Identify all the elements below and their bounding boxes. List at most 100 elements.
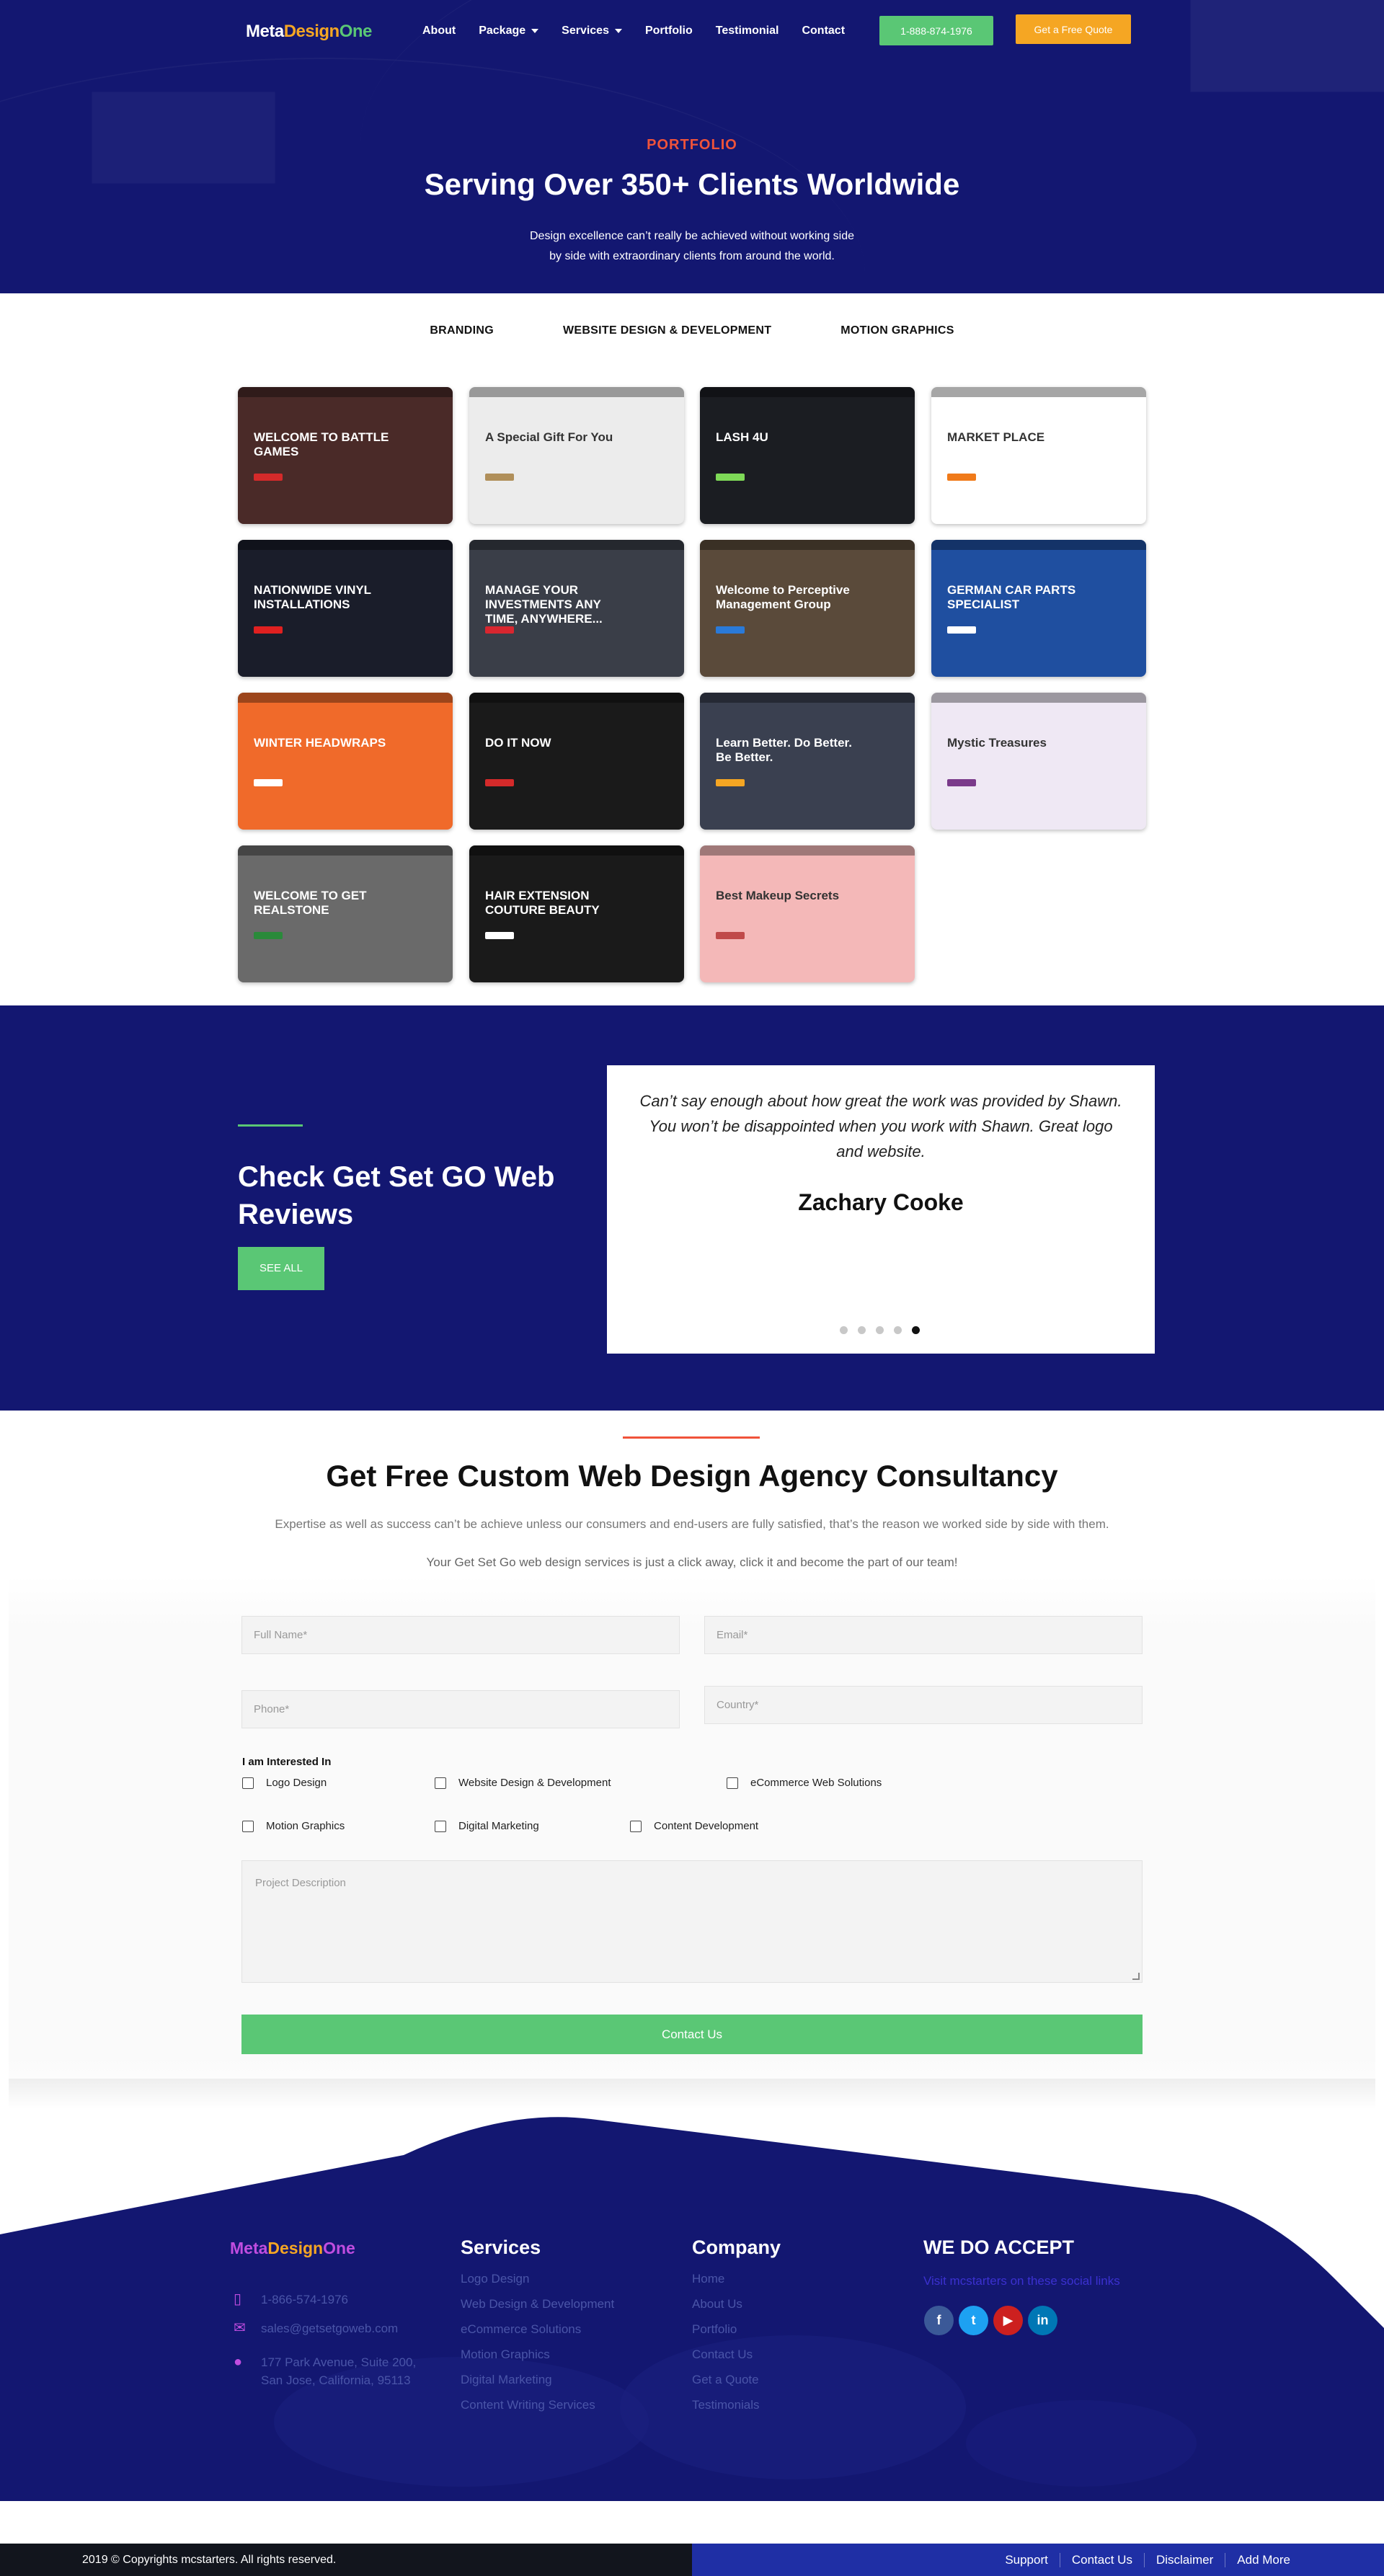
nav-package[interactable]: Package: [479, 25, 539, 37]
caret-down-icon: [614, 29, 622, 33]
bottom-link-disclaimer[interactable]: Disclaimer: [1143, 2552, 1225, 2567]
footer-social-note: Visit mcstarters on these social links: [923, 2274, 1120, 2288]
footer-phone[interactable]: ▯ 1-866-574-1976: [234, 2291, 348, 2309]
footer-link[interactable]: Testimonials: [692, 2398, 760, 2423]
nav-label: Contact: [802, 25, 846, 37]
footer-link[interactable]: Contact Us: [692, 2348, 760, 2373]
site-cta-mark: [254, 779, 283, 786]
carousel-dot[interactable]: [858, 1326, 866, 1334]
bottom-link-support[interactable]: Support: [993, 2553, 1060, 2567]
site-cta-mark: [716, 474, 745, 481]
tab-website-design[interactable]: WEBSITE DESIGN & DEVELOPMENT: [563, 324, 771, 337]
footer-link[interactable]: Logo Design: [461, 2272, 614, 2297]
free-quote-button[interactable]: Get a Free Quote: [1016, 14, 1131, 44]
site-cta-mark: [254, 474, 283, 481]
email-field[interactable]: Email*: [704, 1616, 1143, 1654]
checkbox-content-development[interactable]: Content Development: [630, 1820, 758, 1832]
checkbox-logo-design[interactable]: Logo Design: [242, 1777, 327, 1789]
footer-logo[interactable]: MetaDesignOne: [230, 2239, 355, 2258]
portfolio-item[interactable]: WINTER HEADWRAPS: [238, 693, 453, 830]
twitter-icon[interactable]: t: [959, 2306, 988, 2335]
checkbox-box[interactable]: [242, 1777, 254, 1789]
site-logo[interactable]: MetaDesignOne: [246, 22, 372, 42]
hero-subtitle-line: by side with extraordinary clients from …: [549, 250, 835, 262]
portfolio-caption: Welcome to Perceptive Management Group: [716, 583, 850, 611]
logo-part: One: [323, 2239, 355, 2257]
footer-link[interactable]: Home: [692, 2272, 760, 2297]
site-cta-mark: [716, 932, 745, 939]
portfolio-item[interactable]: Welcome to Perceptive Management Group: [700, 540, 915, 677]
site-cta-mark: [254, 932, 283, 939]
bottom-link-add-more[interactable]: Add More: [1225, 2552, 1302, 2567]
phone-button[interactable]: 1-888-874-1976: [879, 16, 993, 45]
site-cta-mark: [716, 626, 745, 634]
country-field[interactable]: Country*: [704, 1686, 1143, 1724]
youtube-icon[interactable]: ▶: [993, 2306, 1023, 2335]
checkbox-website-design[interactable]: Website Design & Development: [435, 1777, 611, 1789]
footer-link[interactable]: Web Design & Development: [461, 2297, 614, 2322]
portfolio-item[interactable]: NATIONWIDE VINYL INSTALLATIONS: [238, 540, 453, 677]
checkbox-motion-graphics[interactable]: Motion Graphics: [242, 1820, 345, 1832]
checkbox-label: Website Design & Development: [458, 1777, 611, 1789]
contact-us-button[interactable]: Contact Us: [241, 2015, 1143, 2054]
site-header-strip: [931, 540, 1146, 550]
footer-link[interactable]: Content Writing Services: [461, 2398, 614, 2423]
portfolio-item[interactable]: Mystic Treasures: [931, 693, 1146, 830]
portfolio-item[interactable]: Best Makeup Secrets: [700, 845, 915, 982]
footer-email[interactable]: ✉ sales@getsetgoweb.com: [234, 2319, 398, 2337]
consultancy-subtitle: Your Get Set Go web design services is j…: [426, 1555, 958, 1569]
checkbox-box[interactable]: [242, 1820, 254, 1832]
carousel-dot[interactable]: [894, 1326, 902, 1334]
nav-testimonial[interactable]: Testimonial: [716, 25, 779, 37]
nav-about[interactable]: About: [422, 25, 456, 37]
checkbox-box[interactable]: [727, 1777, 738, 1789]
portfolio-caption: WINTER HEADWRAPS: [254, 736, 386, 750]
see-all-button[interactable]: SEE ALL: [238, 1247, 324, 1290]
nav-label: Package: [479, 25, 526, 37]
portfolio-item[interactable]: WELCOME TO BATTLE GAMES: [238, 387, 453, 524]
email-text: sales@getsetgoweb.com: [261, 2322, 399, 2335]
hero-subtitle: Design excellence can’t really be achiev…: [476, 226, 908, 267]
portfolio-caption: NATIONWIDE VINYL INSTALLATIONS: [254, 583, 371, 611]
portfolio-item[interactable]: A Special Gift For You: [469, 387, 684, 524]
carousel-dot[interactable]: [912, 1326, 920, 1334]
testimonial-author: Zachary Cooke: [798, 1189, 964, 1215]
checkbox-box[interactable]: [435, 1820, 446, 1832]
reviews-title: Check Get Set GO Web Reviews: [238, 1161, 555, 1230]
checkbox-box[interactable]: [435, 1777, 446, 1789]
full-name-field[interactable]: Full Name*: [241, 1616, 680, 1654]
facebook-icon[interactable]: f: [924, 2306, 954, 2335]
project-description-field[interactable]: Project Description: [241, 1860, 1143, 1983]
portfolio-item[interactable]: HAIR EXTENSION COUTURE BEAUTY: [469, 845, 684, 982]
tab-branding[interactable]: BRANDING: [430, 324, 494, 337]
portfolio-item[interactable]: LASH 4U: [700, 387, 915, 524]
footer-link[interactable]: About Us: [692, 2297, 760, 2322]
footer-link[interactable]: Get a Quote: [692, 2373, 760, 2398]
carousel-dot[interactable]: [840, 1326, 848, 1334]
portfolio-item[interactable]: GERMAN CAR PARTS SPECIALIST: [931, 540, 1146, 677]
portfolio-item[interactable]: MARKET PLACE: [931, 387, 1146, 524]
footer-link[interactable]: eCommerce Solutions: [461, 2322, 614, 2348]
carousel-dot[interactable]: [876, 1326, 884, 1334]
portfolio-item[interactable]: Learn Better. Do Better. Be Better.: [700, 693, 915, 830]
checkbox-box[interactable]: [630, 1820, 642, 1832]
nav-contact[interactable]: Contact: [802, 25, 845, 37]
footer-link[interactable]: Motion Graphics: [461, 2348, 614, 2373]
phone-field[interactable]: Phone*: [241, 1690, 680, 1728]
footer-accept-title: WE DO ACCEPT: [923, 2237, 1074, 2258]
nav-portfolio[interactable]: Portfolio: [645, 25, 693, 37]
bottom-link-contact-us[interactable]: Contact Us: [1059, 2552, 1144, 2567]
linkedin-icon[interactable]: in: [1028, 2306, 1057, 2335]
footer-link[interactable]: Portfolio: [692, 2322, 760, 2348]
portfolio-item[interactable]: WELCOME TO GET REALSTONE: [238, 845, 453, 982]
portfolio-item[interactable]: DO IT NOW: [469, 693, 684, 830]
footer-link[interactable]: Digital Marketing: [461, 2373, 614, 2398]
mail-icon: ✉: [234, 2320, 246, 2336]
nav-services[interactable]: Services: [562, 25, 622, 37]
checkbox-digital-marketing[interactable]: Digital Marketing: [435, 1820, 539, 1832]
testimonial-quote: Can’t say enough about how great the wor…: [639, 1092, 1122, 1160]
tab-motion-graphics[interactable]: MOTION GRAPHICS: [840, 324, 954, 337]
resize-handle-icon[interactable]: [1132, 1973, 1140, 1980]
checkbox-ecommerce[interactable]: eCommerce Web Solutions: [727, 1777, 882, 1789]
portfolio-item[interactable]: MANAGE YOUR INVESTMENTS ANY TIME, ANYWHE…: [469, 540, 684, 677]
